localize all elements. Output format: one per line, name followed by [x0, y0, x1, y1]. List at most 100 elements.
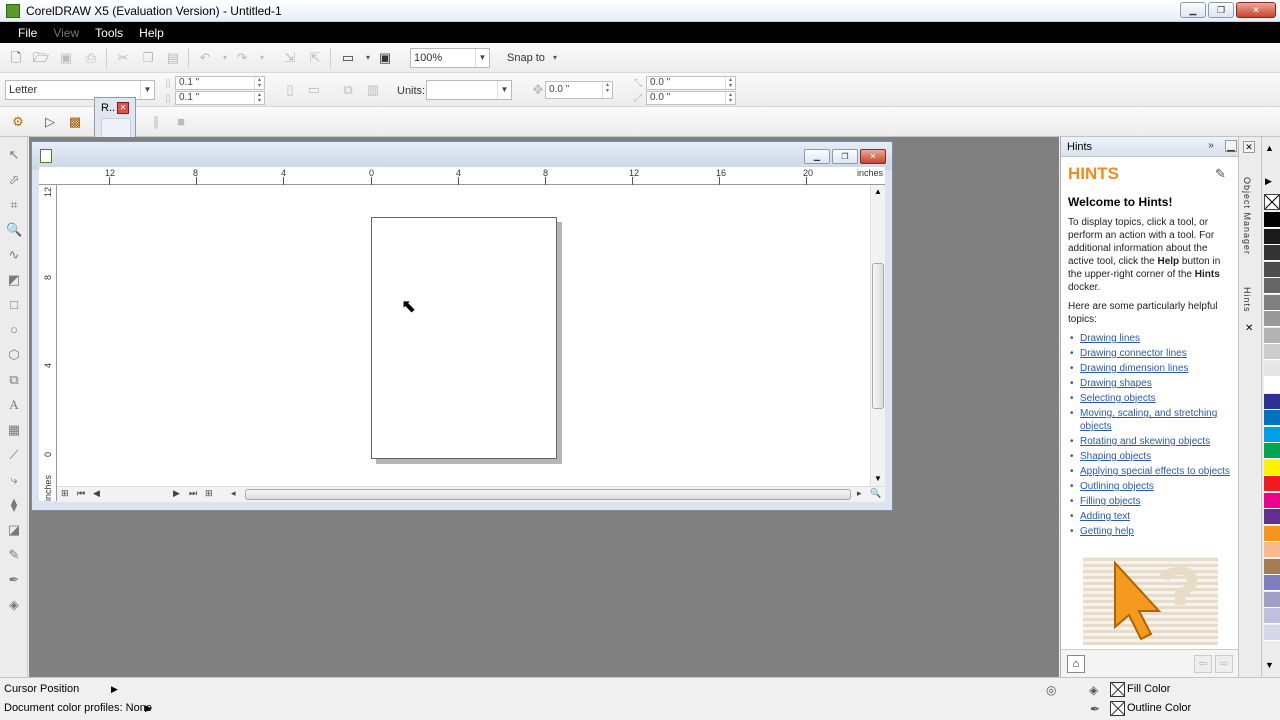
spin-arrows-icon[interactable]: ▴ ▾ — [254, 77, 264, 89]
color-swatch[interactable] — [1264, 542, 1280, 558]
stop-icon[interactable]: ■ — [173, 114, 189, 130]
next-page-icon[interactable]: ▶ — [173, 488, 180, 499]
nudge-offset-input[interactable]: 0.0 " ▴ ▾ — [545, 81, 613, 99]
hint-topic-link[interactable]: Moving, scaling, and stretching objects — [1068, 407, 1230, 433]
options-icon[interactable]: ⚙ — [10, 114, 26, 130]
duplicate-y-input[interactable]: 0.0 " ▴ ▾ — [646, 91, 736, 105]
nudge-width-input[interactable]: 0.1 " ▴ ▾ — [175, 76, 265, 90]
hint-topic-link[interactable]: Drawing shapes — [1068, 377, 1230, 390]
new-document-icon[interactable]: 🗋 — [8, 50, 24, 66]
tab-hints[interactable]: Hints — [1242, 287, 1252, 313]
horizontal-scroll-thumb[interactable] — [245, 489, 851, 500]
macro-icon[interactable]: ▩ — [67, 114, 83, 130]
scroll-left-icon[interactable]: ◂ — [231, 488, 236, 499]
text-tool-icon[interactable]: A — [6, 397, 22, 413]
hint-topic-link[interactable]: Drawing connector lines — [1068, 347, 1230, 360]
color-swatch[interactable] — [1264, 261, 1280, 278]
snap-to-dropdown-icon[interactable]: ▾ — [547, 50, 563, 66]
copy-icon[interactable]: ❐ — [140, 50, 156, 66]
open-icon[interactable]: 🗁 — [33, 50, 49, 66]
collapse-docker-icon[interactable]: » — [1205, 140, 1217, 152]
table-tool-icon[interactable]: ▦ — [6, 422, 22, 438]
back-arrow-icon[interactable]: ⇦ — [1194, 655, 1212, 673]
nudge-height-input[interactable]: 0.1 " ▴ ▾ — [175, 91, 265, 105]
spin-arrows-icon[interactable]: ▴ ▾ — [602, 82, 612, 98]
docker-close-icon[interactable]: ✕ — [1243, 141, 1255, 153]
horizontal-ruler[interactable]: 12 8 4 0 4 8 12 16 20 inches — [39, 167, 885, 185]
first-page-icon[interactable]: ⏮ — [77, 488, 85, 499]
connector-tool-icon[interactable]: ⤷ — [6, 472, 22, 488]
play-icon[interactable]: ▷ — [42, 114, 58, 130]
palette-scroll-down-icon[interactable]: ▼ — [1265, 660, 1274, 670]
hint-topic-link[interactable]: Shaping objects — [1068, 450, 1230, 463]
redo-dropdown-icon[interactable]: ▾ — [254, 50, 270, 66]
application-launcher-icon[interactable]: ▭ — [340, 50, 356, 66]
document-icon[interactable] — [40, 149, 52, 163]
vertical-scrollbar[interactable]: ▲ ▼ — [870, 185, 885, 486]
close-icon[interactable]: ✕ — [117, 102, 129, 114]
color-swatch[interactable] — [1264, 575, 1280, 591]
export-icon[interactable]: ⇱ — [307, 50, 323, 66]
coreldraw-app-icon[interactable] — [6, 3, 20, 18]
hint-topic-link[interactable]: Getting help — [1068, 525, 1230, 538]
color-swatch[interactable] — [1264, 377, 1280, 393]
color-swatch[interactable] — [1264, 525, 1280, 542]
paste-icon[interactable]: ▤ — [165, 50, 181, 66]
hint-topic-link[interactable]: Rotating and skewing objects — [1068, 435, 1230, 448]
hint-topic-link[interactable]: Drawing lines — [1068, 332, 1230, 345]
color-swatch[interactable] — [1264, 278, 1280, 294]
hint-topic-link[interactable]: Applying special effects to objects — [1068, 465, 1230, 478]
spin-arrows-icon[interactable]: ▴ ▾ — [725, 77, 735, 89]
hint-topic-link[interactable]: Drawing dimension lines — [1068, 362, 1230, 375]
spin-arrows-icon[interactable]: ▴ ▾ — [254, 92, 264, 104]
ellipse-tool-icon[interactable]: ○ — [6, 322, 22, 338]
scroll-down-icon[interactable]: ▼ — [874, 474, 882, 483]
color-swatch[interactable] — [1264, 344, 1280, 360]
color-swatch[interactable] — [1264, 558, 1280, 575]
hint-topic-link[interactable]: Adding text — [1068, 510, 1230, 523]
blend-tool-icon[interactable]: ⧫ — [6, 497, 22, 513]
basic-shapes-tool-icon[interactable]: ⧉ — [6, 372, 22, 388]
color-profiles-expand-icon[interactable]: ▶ — [145, 703, 152, 714]
print-icon[interactable]: ⎙ — [83, 50, 99, 66]
all-pages-icon[interactable]: ⧉ — [340, 82, 356, 98]
palette-flyout-icon[interactable]: ▶ — [1265, 176, 1272, 187]
palette-scroll-up-icon[interactable]: ▲ — [1265, 143, 1274, 153]
undo-icon[interactable]: ↶ — [197, 50, 213, 66]
color-swatch[interactable] — [1264, 410, 1280, 426]
color-swatch[interactable] — [1264, 476, 1280, 492]
fill-bucket-icon[interactable]: ◈ — [1089, 683, 1098, 697]
document-close-button[interactable]: ✕ — [860, 149, 886, 164]
cut-icon[interactable]: ✂ — [115, 50, 131, 66]
transparency-tool-icon[interactable]: ◪ — [6, 522, 22, 538]
color-swatch[interactable] — [1264, 591, 1280, 608]
hint-topic-link[interactable]: Selecting objects — [1068, 392, 1230, 405]
maximize-button[interactable]: ❐ — [1208, 2, 1234, 18]
forward-arrow-icon[interactable]: ⇨ — [1215, 655, 1233, 673]
menu-view[interactable]: View — [45, 26, 87, 40]
document-minimize-button[interactable]: ▁ — [804, 149, 830, 164]
outline-pen-icon[interactable]: ✒ — [1090, 702, 1100, 716]
zoom-level-combo[interactable]: 100% ▼ — [410, 48, 490, 68]
import-icon[interactable]: ⇲ — [282, 50, 298, 66]
redo-icon[interactable]: ↷ — [234, 50, 250, 66]
fill-color-none-swatch[interactable] — [1110, 682, 1125, 697]
freehand-tool-icon[interactable]: ∿ — [6, 247, 22, 263]
color-swatch[interactable] — [1264, 360, 1280, 377]
welcome-screen-icon[interactable]: ▣ — [377, 50, 393, 66]
eyedropper-tool-icon[interactable]: ✎ — [6, 547, 22, 563]
spin-arrows-icon[interactable]: ▴ ▾ — [725, 92, 735, 104]
color-swatch[interactable] — [1264, 624, 1280, 641]
shape-tool-icon[interactable]: ⬀ — [6, 172, 22, 188]
previous-page-icon[interactable]: ◀ — [93, 488, 100, 499]
color-swatch[interactable] — [1264, 608, 1280, 624]
color-swatch[interactable] — [1264, 228, 1280, 245]
hints-help-book-icon[interactable]: ✎ — [1215, 166, 1226, 182]
duplicate-x-input[interactable]: 0.0 " ▴ ▾ — [646, 76, 736, 90]
menu-help[interactable]: Help — [131, 26, 172, 40]
current-page-icon[interactable]: ▥ — [365, 82, 381, 98]
last-page-icon[interactable]: ⏭ — [189, 488, 197, 499]
docker-minimize-icon[interactable]: ▁ — [1225, 140, 1237, 152]
hint-topic-link[interactable]: Outlining objects — [1068, 480, 1230, 493]
tab-close-icon[interactable]: ✕ — [1245, 323, 1253, 334]
